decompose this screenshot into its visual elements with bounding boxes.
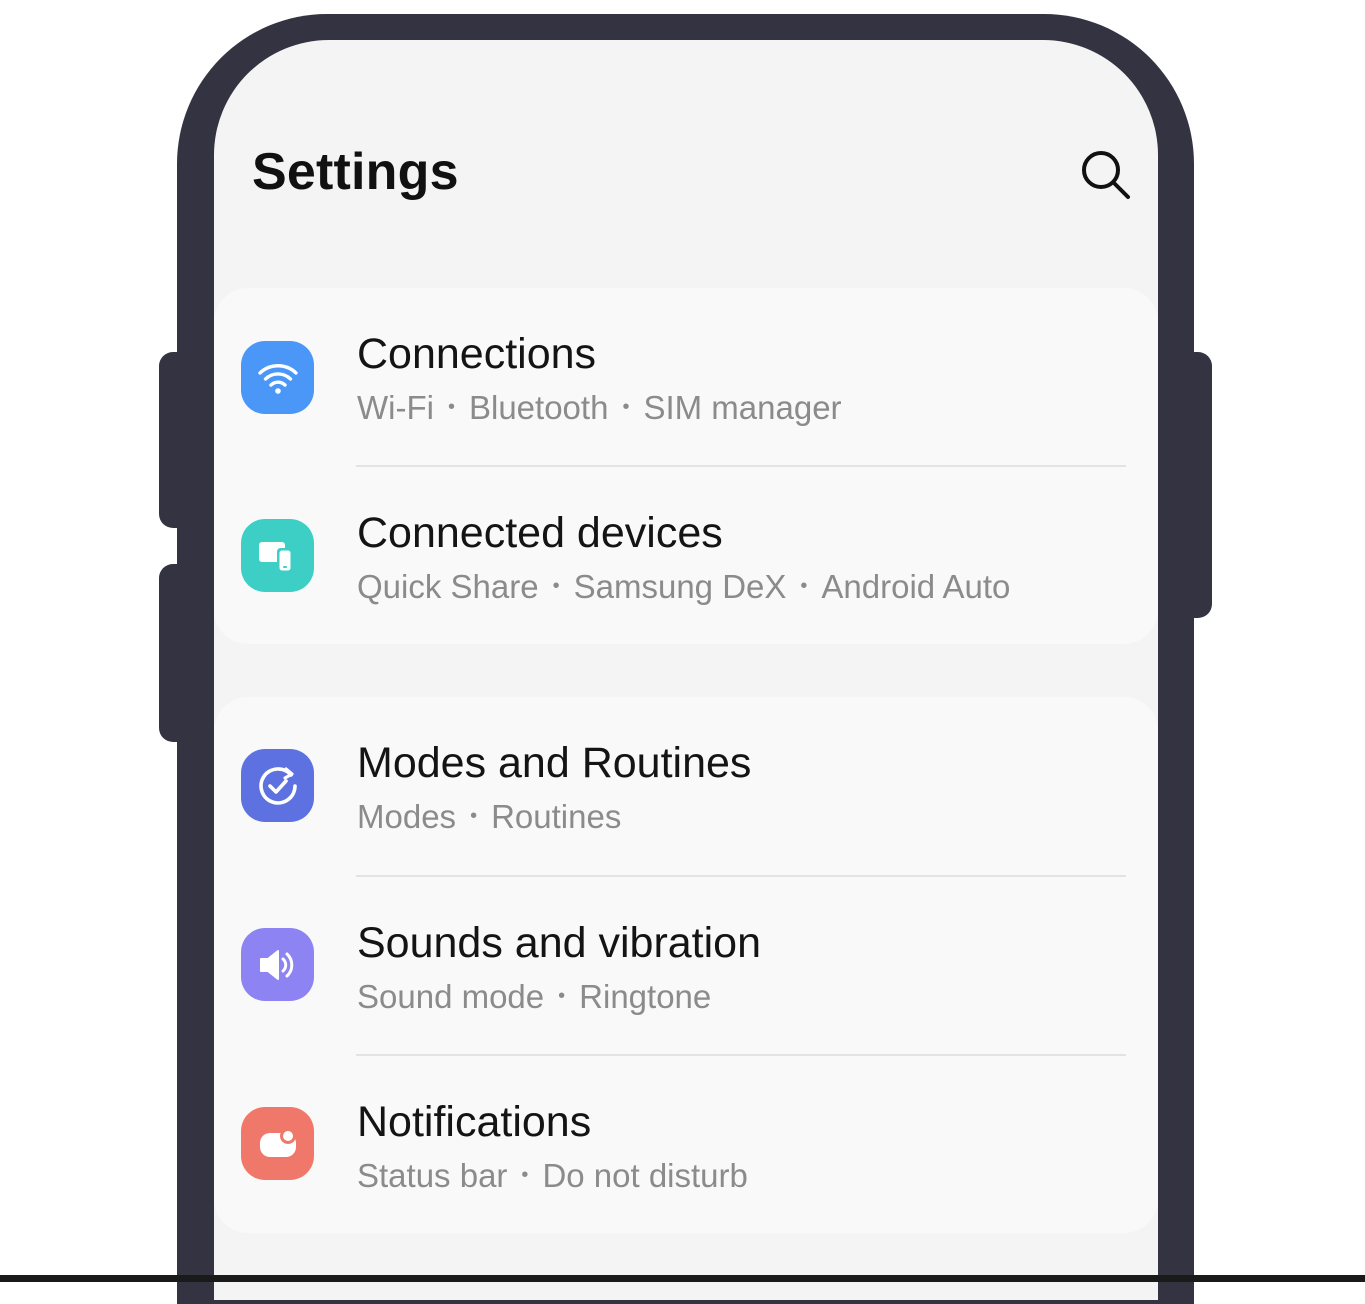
check-circle-icon [241, 749, 314, 822]
settings-group-1: Connections Wi-Fi • Bluetooth • SIM manager … [214, 288, 1158, 644]
settings-item-modes-and-routines[interactable]: Modes and Routines Modes • Routines [214, 697, 1158, 875]
search-icon [1082, 151, 1130, 199]
notifications-title: Notifications [357, 1098, 592, 1146]
connections-subtitle: Wi-Fi • Bluetooth • SIM manager [357, 389, 842, 427]
settings-item-sounds-and-vibration[interactable]: Sounds and vibration Sound mode • Ringtone [214, 877, 1158, 1055]
settings-screen: Settings Connections Wi-Fi • Bluetooth • SIM… [214, 40, 1158, 1300]
devices-icon [241, 519, 314, 592]
search-button[interactable] [1076, 145, 1136, 205]
sub-routines: Routines [491, 798, 622, 835]
separator-dot: • [521, 1164, 529, 1186]
wifi-icon [241, 341, 314, 414]
modes-routines-subtitle: Modes • Routines [357, 798, 621, 836]
connections-title: Connections [357, 330, 597, 378]
settings-item-connected-devices[interactable]: Connected devices Quick Share • Samsung De… [214, 467, 1158, 645]
separator-dot: • [558, 985, 566, 1007]
sub-bluetooth: Bluetooth [468, 389, 609, 426]
sub-android-auto: Android Auto [821, 568, 1011, 605]
modes-routines-title: Modes and Routines [357, 739, 752, 787]
page-title: Settings [252, 143, 459, 201]
speaker-icon [241, 928, 314, 1001]
sounds-subtitle: Sound mode • Ringtone [357, 978, 711, 1016]
settings-group-2: Modes and Routines Modes • Routines Sounds… [214, 697, 1158, 1233]
sub-ringtone: Ringtone [579, 978, 712, 1015]
sub-status-bar: Status bar [357, 1157, 508, 1194]
sub-sim-manager: SIM manager [643, 389, 842, 426]
connected-devices-subtitle: Quick Share • Samsung DeX • Android Auto [357, 568, 1010, 606]
bottom-edge [0, 1275, 1365, 1282]
separator-dot: • [622, 396, 630, 418]
separator-dot: • [800, 575, 808, 597]
notification-icon [241, 1107, 314, 1180]
settings-item-connections[interactable]: Connections Wi-Fi • Bluetooth • SIM manager [214, 288, 1158, 466]
sounds-title: Sounds and vibration [357, 919, 762, 967]
separator-dot: • [447, 396, 455, 418]
sub-modes: Modes [357, 798, 457, 835]
sub-quick-share: Quick Share [357, 568, 539, 605]
sub-do-not-disturb: Do not disturb [542, 1157, 748, 1194]
sub-sound-mode: Sound mode [357, 978, 545, 1015]
separator-dot: • [470, 805, 478, 827]
connected-devices-title: Connected devices [357, 509, 723, 557]
settings-item-notifications[interactable]: Notifications Status bar • Do not disturb [214, 1056, 1158, 1234]
separator-dot: • [552, 575, 560, 597]
notifications-subtitle: Status bar • Do not disturb [357, 1157, 748, 1195]
sub-samsung-dex: Samsung DeX [573, 568, 787, 605]
sub-wifi: Wi-Fi [357, 389, 434, 426]
